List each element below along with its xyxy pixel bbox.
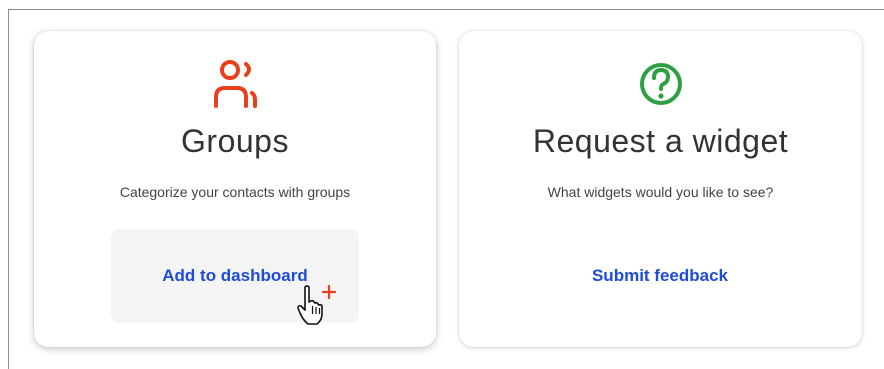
request-widget-title: Request a widget — [532, 123, 789, 159]
groups-description: Categorize your contacts with groups — [119, 184, 351, 200]
hand-pointer-add-cursor — [297, 284, 336, 325]
request-widget-description: What widgets would you like to see? — [547, 184, 774, 200]
submit-feedback-link[interactable]: Submit feedback — [536, 229, 784, 323]
groups-icon — [214, 60, 257, 108]
request-widget-card: Request a widget What widgets would you … — [459, 31, 862, 347]
groups-widget-card: Groups Categorize your contacts with gro… — [34, 31, 436, 347]
groups-title: Groups — [181, 123, 289, 159]
question-circle-icon — [639, 63, 682, 105]
